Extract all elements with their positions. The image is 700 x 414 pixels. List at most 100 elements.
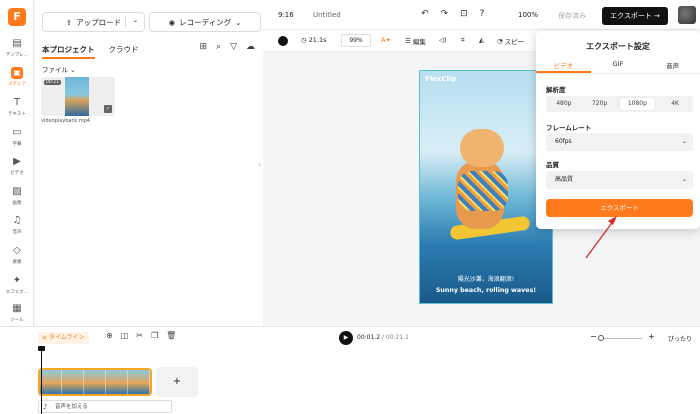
tool-icon: ▦ — [12, 303, 22, 314]
sliders-icon: ☰ — [405, 37, 411, 45]
rail-item-label: 字幕 — [12, 142, 22, 147]
upload-button[interactable]: ⇪ アップロード ⌄ — [42, 12, 145, 32]
framerate-select[interactable]: 60fps ⌄ — [546, 133, 693, 151]
timeline-tab[interactable]: ≡ タイムライン — [38, 332, 89, 344]
undo-icon[interactable]: ↶ — [421, 9, 429, 19]
timeline-tools: ⊕ ◫ ✂ ❐ 🗑 — [106, 331, 176, 340]
tab-audio[interactable]: 音声 — [645, 60, 700, 73]
duration-value: 21.1s — [308, 36, 327, 44]
scissors-icon[interactable]: ✂ — [136, 331, 143, 340]
rail-item-label: テキスト — [8, 112, 26, 117]
element-icon: ◇ — [13, 245, 21, 256]
new-folder-icon[interactable]: ⊞ — [199, 42, 207, 52]
rail-item-image[interactable]: ▨ 画像 — [0, 186, 34, 206]
quality-value: 高品質 — [555, 176, 574, 183]
clip-frame — [62, 370, 84, 394]
filter-icon[interactable]: ▽ — [230, 42, 237, 52]
volume-icon[interactable]: ◁) — [439, 36, 447, 44]
crop-icon[interactable]: ⌗ — [461, 36, 465, 45]
collapse-panel-icon[interactable]: ‹ — [258, 160, 261, 169]
canvas-zoom-select[interactable]: 99% — [341, 34, 371, 47]
topbar-icons: ↶ ↷ ⊡ ? — [421, 9, 484, 19]
add-audio-button[interactable]: ♪ 音声を加える — [38, 400, 172, 413]
video-preview[interactable]: FlexClip 陽光沙灘，海浪翻滾! Sunny beach, rolling… — [419, 70, 553, 304]
clock-icon: ◷ — [301, 36, 307, 44]
export-settings-popup: エクスポート設定 ビデオ GIF 音声 解析度 480p 720p 1080p … — [536, 31, 700, 229]
rail-item-template[interactable]: ▤ テンプレ… — [0, 38, 34, 58]
caption-japanese[interactable]: 陽光沙灘，海浪翻滾! — [420, 274, 552, 283]
chevron-down-icon: ⌄ — [235, 17, 242, 27]
video-clip[interactable] — [38, 368, 152, 396]
top-bar: 9:16 Untitled ↶ ↷ ⊡ ? 100% 保存済み エクスポート → — [263, 0, 700, 30]
thumbnail-duration: 00:21 — [44, 80, 61, 85]
trash-icon[interactable]: 🗑 — [166, 331, 176, 340]
rail-item-label: ビデオ — [10, 171, 24, 176]
speed-control[interactable]: ◔ スピー — [497, 36, 524, 46]
rail-item-audio[interactable]: ♫ 音声 — [0, 215, 34, 235]
rail-item-effect[interactable]: ✦ エフェク… — [0, 275, 34, 295]
zoom-in-icon[interactable]: + — [648, 332, 655, 341]
record-button[interactable]: ◉ レコーディング ⌄ — [149, 12, 261, 32]
duration-control[interactable]: ◷ 21.1s — [301, 36, 327, 44]
chevron-down-icon[interactable]: ⌄ — [133, 17, 138, 24]
check-icon[interactable]: ✓ — [104, 105, 112, 113]
timeline-bar: ≡ タイムライン ⊕ ◫ ✂ ❐ 🗑 ▶ 00:01.2 / 00:21.1 −… — [0, 326, 700, 348]
background-color-swatch[interactable] — [278, 36, 288, 46]
add-clip-button[interactable]: + — [156, 367, 198, 397]
playhead[interactable] — [38, 346, 45, 414]
zoom-out-icon[interactable]: − — [590, 332, 597, 341]
rail-item-video[interactable]: ▶ ビデオ — [0, 156, 34, 176]
flip-icon[interactable]: ◭ — [479, 36, 484, 44]
export-button[interactable]: エクスポート → — [602, 7, 668, 25]
timeline-zoom-slider[interactable]: − + — [582, 332, 656, 344]
resolution-720p[interactable]: 720p — [582, 96, 618, 112]
rail-item-text[interactable]: T テキスト — [0, 97, 34, 117]
help-icon[interactable]: ? — [480, 9, 485, 19]
zoom-select[interactable]: 100% — [518, 11, 538, 19]
resolution-1080p[interactable]: 1080p — [619, 98, 656, 110]
time-display: 00:01.2 / 00:21.1 — [357, 334, 409, 341]
file-name: videoplayback.mp4 — [41, 118, 90, 124]
add-icon[interactable]: ⊕ — [106, 331, 113, 340]
caption-english[interactable]: Sunny beach, rolling waves! — [420, 287, 552, 294]
tab-project[interactable]: 本プロジェクト — [42, 44, 95, 59]
copy-icon[interactable]: ❐ — [151, 331, 158, 340]
cloud-icon[interactable]: ☁ — [246, 42, 255, 52]
chevron-down-icon: ⌄ — [681, 138, 687, 145]
framerate-value: 60fps — [555, 138, 572, 145]
timeline-label: タイムライン — [48, 334, 85, 341]
project-title[interactable]: Untitled — [313, 11, 341, 19]
rail-item-tool[interactable]: ▦ ツール — [0, 303, 34, 323]
play-button[interactable]: ▶ — [339, 331, 353, 345]
split-icon[interactable]: ◫ — [121, 331, 129, 340]
tab-gif[interactable]: GIF — [591, 60, 646, 73]
tab-video[interactable]: ビデオ — [536, 60, 591, 73]
text-icon: T — [13, 97, 21, 108]
rail-item-subtitle[interactable]: ▭ 字幕 — [0, 127, 34, 147]
tab-cloud[interactable]: クラウド — [109, 44, 139, 59]
screenshot-icon[interactable]: ⊡ — [460, 9, 468, 19]
avatar[interactable] — [678, 6, 696, 24]
edit-control[interactable]: ☰ 編集 — [405, 36, 426, 46]
popup-export-button[interactable]: エクスポート — [546, 199, 693, 217]
thumbnail-image — [65, 77, 89, 116]
aspect-ratio-select[interactable]: 9:16 — [278, 11, 294, 19]
record-icon: ◉ — [168, 17, 176, 27]
upload-label: アップロード — [76, 17, 122, 27]
export-tabs: ビデオ GIF 音声 — [536, 60, 700, 74]
media-thumbnail[interactable]: 00:21 ✓ — [41, 77, 115, 116]
speed-icon: ◔ — [497, 37, 503, 45]
fit-button[interactable]: ぴったり — [668, 334, 692, 343]
file-section-label[interactable]: ファイル ⌄ — [42, 64, 76, 74]
search-icon[interactable]: ⌕ — [216, 42, 221, 52]
resolution-480p[interactable]: 480p — [546, 96, 582, 112]
redo-icon[interactable]: ↷ — [441, 9, 449, 19]
popup-title: エクスポート設定 — [586, 42, 650, 51]
rail-item-media[interactable]: ▣ メディア — [0, 67, 34, 87]
quality-select[interactable]: 高品質 ⌄ — [546, 171, 693, 189]
resolution-4k[interactable]: 4K — [657, 96, 693, 112]
rail-item-element[interactable]: ◇ 要素 — [0, 245, 34, 265]
split-divider — [125, 16, 126, 28]
ai-tool-icon[interactable]: A✦ — [381, 36, 391, 44]
zoom-knob[interactable] — [598, 335, 604, 341]
